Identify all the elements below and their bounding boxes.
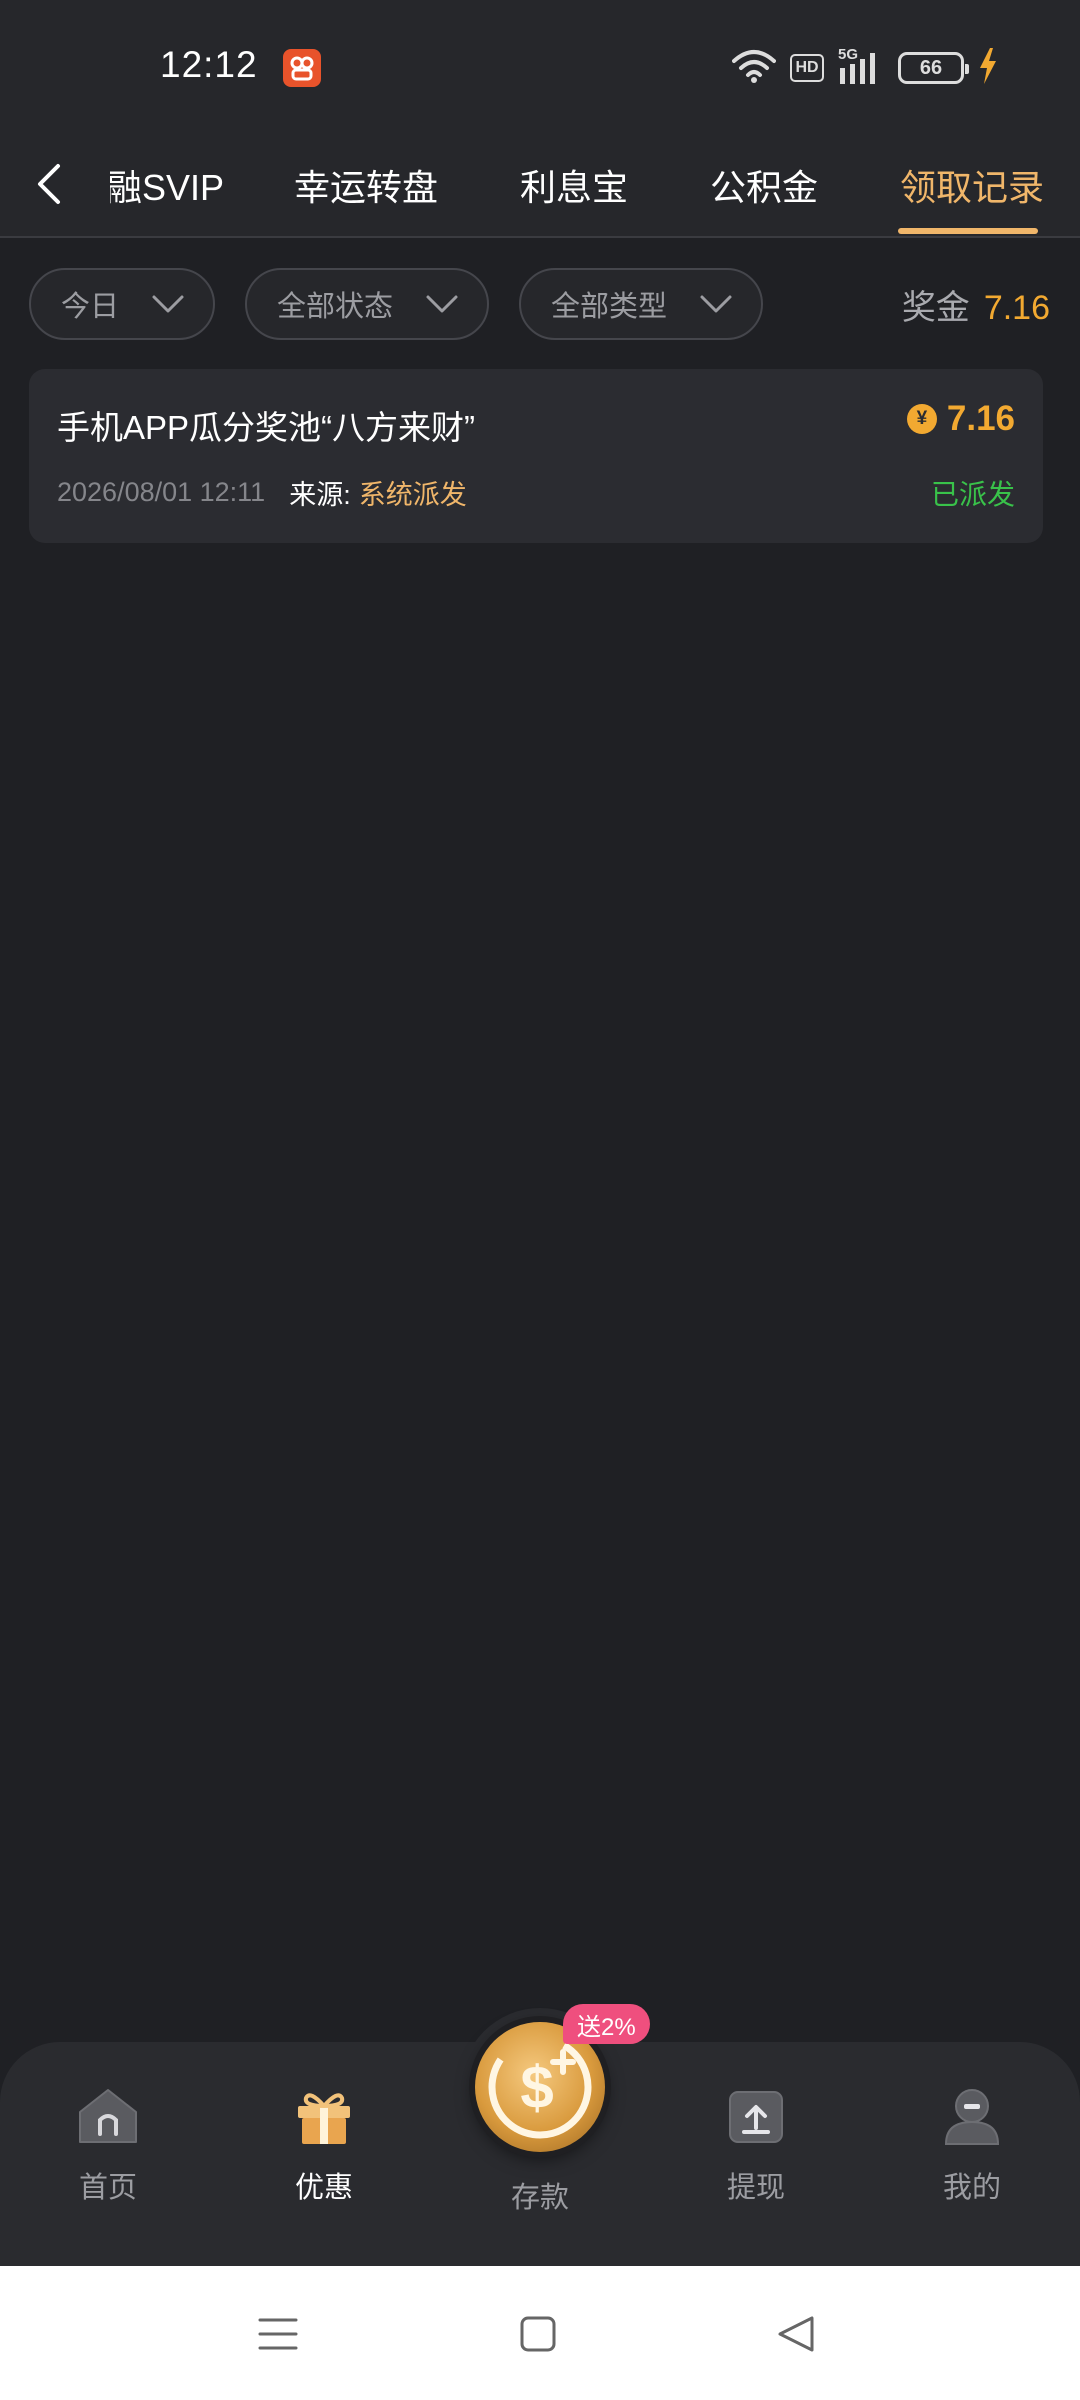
bonus-label: 奖金	[901, 289, 970, 327]
top-area: 12:12 HD 5G 66 融SVIP 幸运转盘 利息宝 公积金 领取记录	[0, 0, 1080, 238]
chevron-down-icon	[700, 295, 732, 313]
home-button[interactable]	[508, 2306, 568, 2362]
gift-icon	[298, 2093, 350, 2144]
app-notification-icon	[283, 49, 321, 87]
tab-provident-fund[interactable]: 公积金	[710, 132, 818, 238]
tab-mine-label: 我的	[942, 2172, 1001, 2204]
status-icons: HD 5G 66	[732, 46, 998, 89]
coin-icon: ¥	[906, 404, 937, 434]
nav-tabs: 融SVIP 幸运转盘 利息宝 公积金 领取记录	[110, 132, 1080, 238]
tab-lucky-wheel[interactable]: 幸运转盘	[294, 132, 438, 238]
active-tab-indicator	[898, 228, 1038, 234]
filter-row: 今日 全部状态 全部类型 奖金 7.16	[0, 268, 1080, 340]
nav-divider	[0, 236, 1080, 238]
bonus-value: 7.16	[983, 289, 1050, 327]
svg-text:$: $	[520, 2054, 553, 2121]
record-source-label: 来源:	[289, 480, 351, 510]
screen: 12:12 HD 5G 66 融SVIP 幸运转盘 利息宝 公积金 领取记录 今…	[0, 0, 1080, 2400]
wifi-icon	[732, 49, 776, 88]
back-button[interactable]	[26, 154, 72, 214]
tab-promo[interactable]: 优惠	[244, 2084, 404, 2214]
chevron-down-icon	[426, 295, 458, 313]
menu-icon	[258, 2318, 298, 2350]
tab-promo-label: 优惠	[294, 2172, 353, 2204]
status-bar: 12:12 HD 5G 66	[0, 0, 1080, 132]
tab-withdraw[interactable]: 提现	[676, 2084, 836, 2214]
status-time: 12:12	[160, 44, 258, 85]
hd-icon: HD	[790, 54, 824, 82]
tab-claim-records[interactable]: 领取记录	[900, 132, 1044, 238]
date-filter[interactable]: 今日	[29, 268, 215, 340]
tab-mine[interactable]: 我的	[892, 2084, 1052, 2214]
square-icon	[520, 2316, 556, 2352]
bonus-total: 奖金 7.16	[902, 280, 1050, 329]
date-filter-label: 今日	[61, 291, 120, 323]
user-icon	[944, 2089, 1000, 2145]
deposit-badge: 送2%	[563, 2004, 650, 2044]
type-filter-label: 全部类型	[551, 291, 668, 323]
tab-home-label: 首页	[78, 2172, 137, 2204]
tab-interest[interactable]: 利息宝	[520, 132, 628, 238]
recents-button[interactable]	[248, 2306, 308, 2362]
chevron-down-icon	[152, 295, 184, 313]
triangle-back-icon	[778, 2316, 814, 2352]
record-amount-value: 7.16	[946, 399, 1015, 438]
signal-icon: 5G	[838, 46, 884, 86]
upload-box-icon	[729, 2091, 783, 2143]
record-meta: 2026/08/01 12:11 来源: 系统派发	[57, 473, 467, 512]
record-status: 已派发	[930, 479, 1015, 510]
chevron-left-icon	[38, 164, 60, 204]
tab-deposit-label[interactable]: 存款	[460, 2174, 620, 2216]
status-filter-label: 全部状态	[277, 291, 394, 323]
system-nav-bar	[0, 2266, 1080, 2400]
tab-svip[interactable]: 融SVIP	[110, 132, 224, 238]
tab-withdraw-label: 提现	[726, 2172, 785, 2204]
home-icon	[79, 2089, 137, 2143]
charging-icon	[978, 47, 998, 89]
battery-icon: 66	[898, 52, 969, 84]
status-filter[interactable]: 全部状态	[245, 268, 489, 340]
record-title: 手机APP瓜分奖池“八方来财”	[57, 409, 476, 446]
tab-home[interactable]: 首页	[28, 2084, 188, 2214]
record-amount: ¥ 7.16	[906, 399, 1015, 439]
type-filter[interactable]: 全部类型	[519, 268, 763, 340]
record-item[interactable]: 手机APP瓜分奖池“八方来财” ¥ 7.16 2026/08/01 12:11 …	[29, 369, 1043, 543]
back-nav-button[interactable]	[766, 2306, 826, 2362]
record-time: 2026/08/01 12:11	[57, 477, 266, 507]
record-source: 系统派发	[358, 480, 467, 510]
top-nav: 融SVIP 幸运转盘 利息宝 公积金 领取记录	[0, 132, 1080, 238]
